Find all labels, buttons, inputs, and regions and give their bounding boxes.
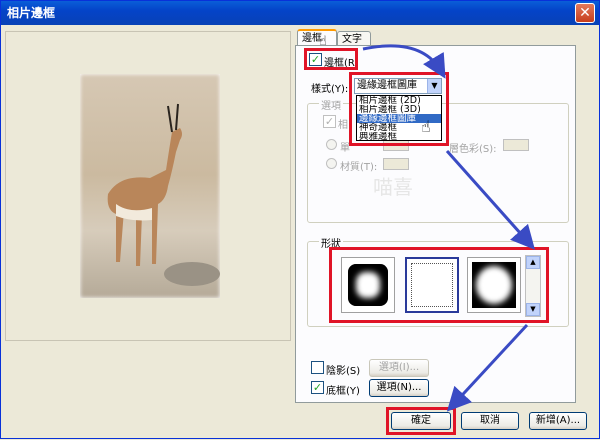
backing-options-button[interactable]: 選項(N)... — [369, 379, 429, 397]
color-label: 層色彩(S): — [449, 144, 497, 155]
hand-cursor-icon: ☝ — [421, 117, 431, 136]
tab-text-label: 文字 — [342, 34, 362, 45]
texture-radio[interactable] — [326, 158, 337, 169]
highlight-ok-button — [386, 407, 456, 435]
options-group-label: 選項 — [319, 97, 343, 112]
texture-swatch[interactable] — [383, 158, 409, 170]
title-bar: 相片邊框 ✕ — [1, 1, 599, 25]
backing-checkbox[interactable]: ✓ — [311, 381, 324, 394]
cancel-button[interactable]: 取消 — [461, 412, 519, 430]
style-label: 樣式(Y): — [311, 84, 349, 95]
preview-pane — [5, 31, 291, 341]
window-title: 相片邊框 — [7, 6, 56, 20]
options-checkbox[interactable]: ✓ — [323, 115, 336, 128]
hand-cursor-icon: ☝ — [319, 34, 327, 49]
photo-frame-dialog: 相片邊框 ✕ 邊框 文字 ✓ 邊框(R) 樣式(Y): 邊緣邊框圖庫 ▼ 選項 … — [0, 0, 600, 439]
watermark: 喵喜 — [373, 175, 413, 199]
photo-preview — [80, 74, 220, 298]
shadow-checkbox[interactable] — [311, 361, 324, 374]
backing-label: 底框(Y) — [326, 386, 360, 397]
solid-radio[interactable] — [326, 139, 337, 150]
highlight-border-checkbox — [304, 48, 358, 70]
options-checkbox-label: 相 — [338, 120, 348, 131]
gazelle-image — [107, 103, 220, 286]
highlight-style-dropdown — [349, 72, 449, 146]
texture-radio-label: 材質(T): — [340, 162, 378, 173]
layer-color-swatch[interactable] — [503, 139, 529, 151]
shadow-label: 陰影(S) — [326, 366, 361, 377]
new-button[interactable]: 新增(A)... — [529, 412, 587, 430]
highlight-shape-picker — [329, 247, 549, 323]
close-button[interactable]: ✕ — [575, 3, 595, 23]
shadow-options-button[interactable]: 選項(I)... — [369, 359, 429, 377]
